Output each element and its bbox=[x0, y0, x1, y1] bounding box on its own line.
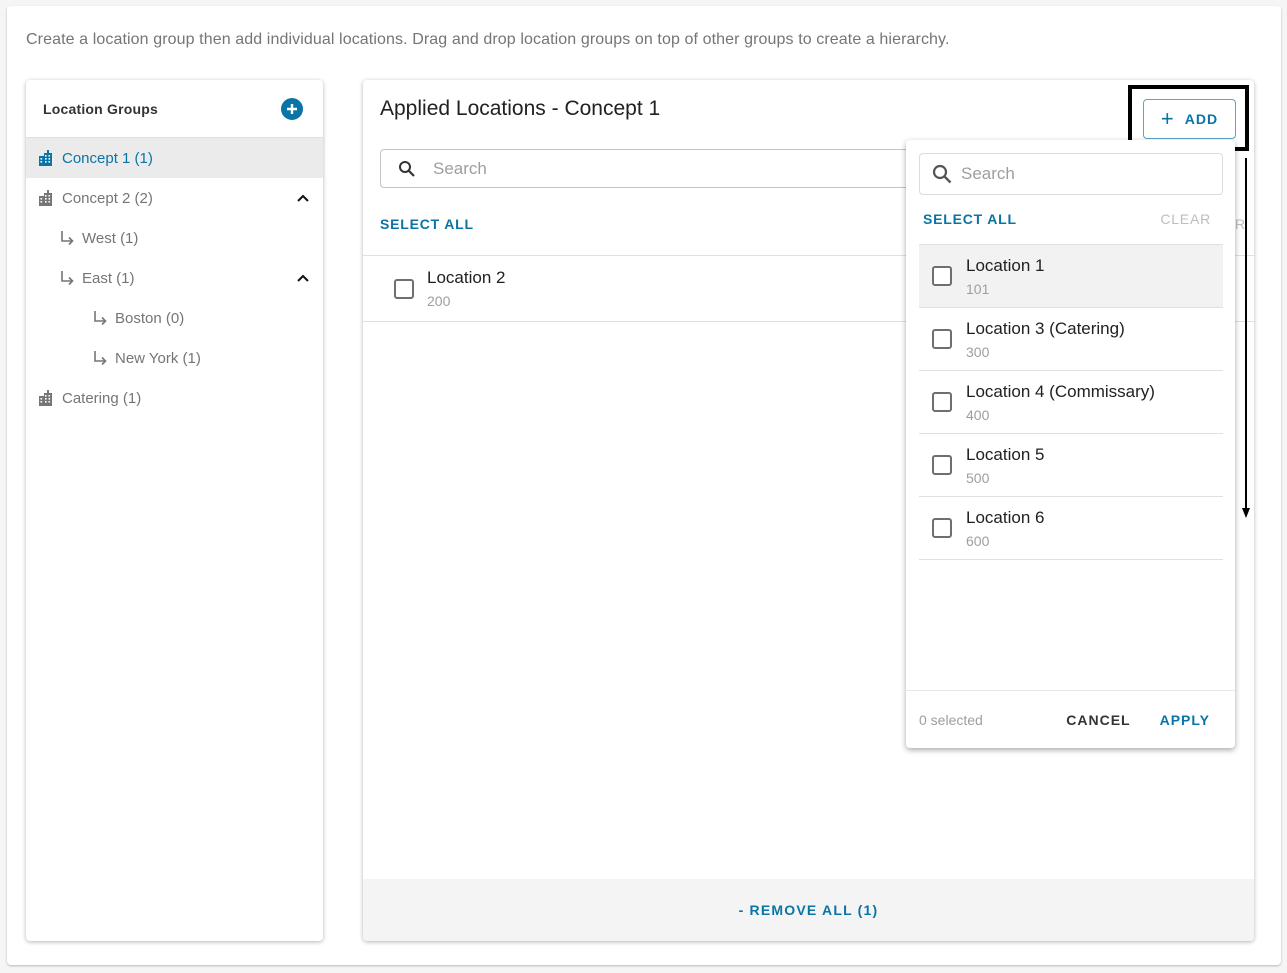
location-row[interactable]: Location 6 600 bbox=[919, 497, 1223, 560]
intro-text: Create a location group then add individ… bbox=[26, 31, 950, 48]
location-text: Location 6 600 bbox=[966, 508, 1044, 549]
location-text: Location 3 (Catering) 300 bbox=[966, 319, 1125, 360]
scroll-down-arrow-icon bbox=[1242, 158, 1250, 518]
subdirectory-arrow-icon bbox=[58, 269, 76, 287]
sidebar-item-label: Concept 2 (2) bbox=[62, 189, 153, 207]
chevron-up-icon[interactable] bbox=[295, 190, 311, 206]
chevron-up-icon[interactable] bbox=[295, 270, 311, 286]
sidebar-item[interactable]: East (1) bbox=[26, 258, 323, 298]
location-row[interactable]: Location 4 (Commissary) 400 bbox=[919, 371, 1223, 434]
selected-count: 0 selected bbox=[919, 711, 983, 728]
location-checkbox[interactable] bbox=[932, 518, 952, 538]
location-checkbox[interactable] bbox=[932, 329, 952, 349]
sidebar-item[interactable]: Boston (0) bbox=[26, 298, 323, 338]
cancel-button[interactable]: CANCEL bbox=[1066, 712, 1130, 728]
location-group-tree: Concept 1 (1) Concept 2 (2) West (1) East (… bbox=[26, 138, 323, 418]
add-location-button[interactable]: + ADD bbox=[1143, 99, 1236, 139]
location-number: 101 bbox=[966, 280, 990, 297]
dropdown-clear-button[interactable]: CLEAR bbox=[1160, 211, 1211, 227]
sidebar-item[interactable]: Catering (1) bbox=[26, 378, 323, 418]
location-groups-panel: Location Groups Concept 1 (1) Concept 2 (… bbox=[26, 80, 323, 941]
applied-search-input[interactable] bbox=[431, 157, 851, 180]
add-group-button[interactable] bbox=[281, 97, 303, 120]
sidebar-item[interactable]: Concept 1 (1) bbox=[26, 138, 323, 178]
location-number: 500 bbox=[966, 469, 990, 486]
sidebar-item-label: East (1) bbox=[82, 269, 135, 287]
location-name: Location 2 bbox=[427, 268, 506, 287]
sidebar-item-label: West (1) bbox=[82, 229, 139, 247]
sidebar-item-label: New York (1) bbox=[115, 349, 201, 367]
location-checkbox[interactable] bbox=[394, 278, 414, 299]
plus-circle-icon bbox=[287, 103, 297, 114]
location-row[interactable]: Location 1 101 bbox=[919, 245, 1223, 308]
available-locations-list: Location 1 101 Location 3 (Catering) 300 Loc… bbox=[919, 244, 1223, 560]
location-number: 600 bbox=[966, 532, 990, 549]
dropdown-search-field[interactable] bbox=[919, 153, 1223, 195]
page-title: Applied Locations - Concept 1 bbox=[380, 97, 661, 120]
location-text: Location 4 (Commissary) 400 bbox=[966, 382, 1155, 423]
subdirectory-arrow-icon bbox=[91, 309, 109, 327]
building-icon bbox=[38, 189, 56, 207]
location-name: Location 3 (Catering) bbox=[966, 318, 1125, 338]
location-checkbox[interactable] bbox=[932, 266, 952, 286]
subdirectory-arrow-icon bbox=[58, 229, 76, 247]
remove-all-button[interactable]: - REMOVE ALL (1) bbox=[739, 902, 879, 918]
sidebar-item-label: Concept 1 (1) bbox=[62, 149, 153, 167]
location-text: Location 5 500 bbox=[966, 445, 1044, 486]
location-row[interactable]: Location 3 (Catering) 300 bbox=[919, 308, 1223, 371]
location-checkbox[interactable] bbox=[932, 392, 952, 412]
applied-search-field[interactable] bbox=[380, 149, 940, 188]
plus-icon: + bbox=[1160, 106, 1175, 131]
apply-button[interactable]: APPLY bbox=[1160, 712, 1210, 728]
building-icon bbox=[38, 389, 56, 407]
sidebar-header: Location Groups bbox=[26, 80, 323, 138]
location-name: Location 4 (Commissary) bbox=[966, 381, 1155, 401]
location-row[interactable]: Location 5 500 bbox=[919, 434, 1223, 497]
location-number: 400 bbox=[966, 406, 990, 423]
add-locations-dropdown: SELECT ALL CLEAR Location 1 101 Location 3… bbox=[906, 140, 1235, 748]
add-button-label: ADD bbox=[1184, 111, 1219, 127]
sidebar-item[interactable]: New York (1) bbox=[26, 338, 323, 378]
dropdown-select-all-button[interactable]: SELECT ALL bbox=[923, 211, 1017, 227]
sidebar-item[interactable]: Concept 2 (2) bbox=[26, 178, 323, 218]
applied-select-all-button[interactable]: SELECT ALL bbox=[380, 216, 474, 232]
location-text: Location 1 101 bbox=[966, 256, 1044, 297]
dropdown-search-input[interactable] bbox=[959, 163, 1209, 185]
location-checkbox[interactable] bbox=[932, 455, 952, 475]
dropdown-footer: 0 selected CANCEL APPLY bbox=[906, 690, 1235, 748]
sidebar-title: Location Groups bbox=[43, 100, 158, 117]
location-name: Location 1 bbox=[966, 255, 1045, 275]
sidebar-item-label: Catering (1) bbox=[62, 389, 142, 407]
applied-footer: - REMOVE ALL (1) bbox=[363, 879, 1254, 941]
location-name: Location 6 bbox=[966, 507, 1045, 527]
subdirectory-arrow-icon bbox=[91, 349, 109, 367]
sidebar-item-label: Boston (0) bbox=[115, 309, 185, 327]
location-name: Location 5 bbox=[966, 444, 1045, 464]
location-number: 300 bbox=[966, 343, 990, 360]
sidebar-item[interactable]: West (1) bbox=[26, 218, 323, 258]
location-number: 200 bbox=[427, 293, 451, 309]
building-icon bbox=[38, 149, 56, 167]
location-text: Location 2 200 bbox=[427, 268, 505, 309]
search-icon bbox=[931, 163, 953, 185]
search-icon bbox=[397, 159, 417, 179]
